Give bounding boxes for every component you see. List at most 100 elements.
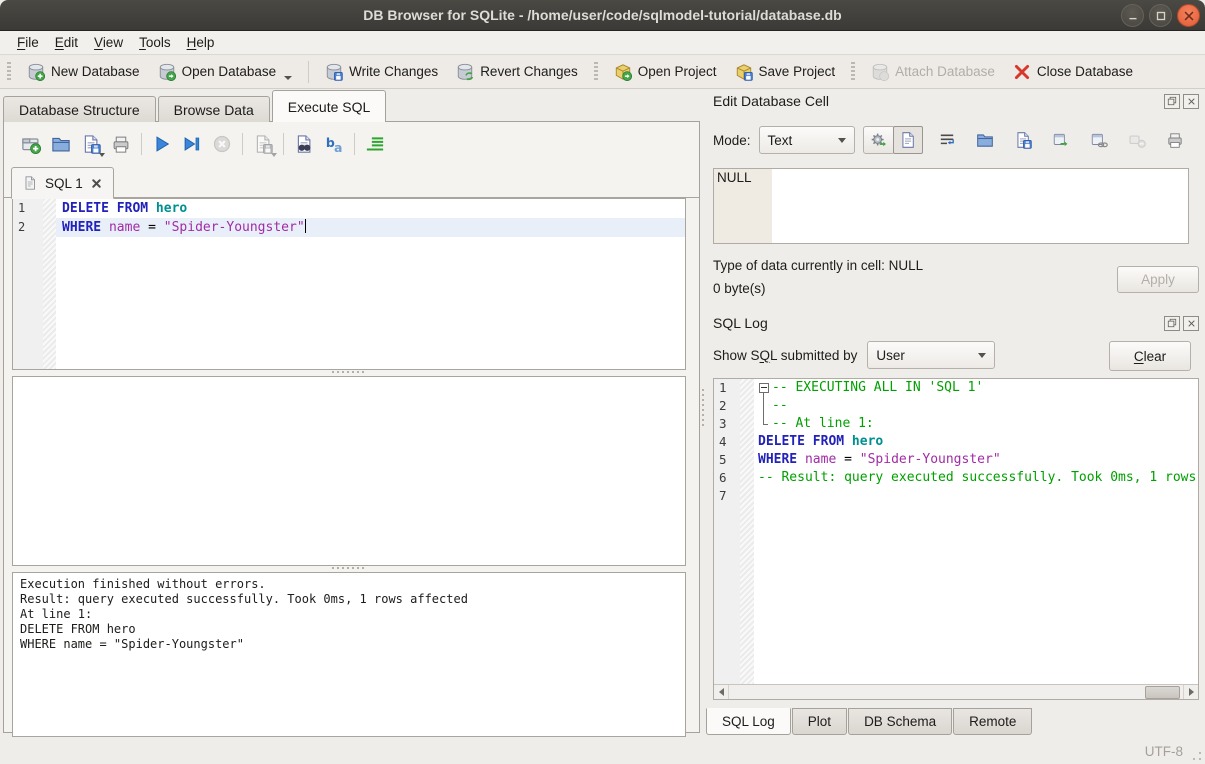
fold-marker-icon[interactable] [758,379,772,397]
sql-doc-tab[interactable]: SQL 1 [11,167,114,199]
execute-line-button[interactable] [177,131,207,157]
execute-line-icon [182,134,202,154]
find-button[interactable] [289,131,319,157]
editor-code[interactable]: DELETE FROM heroWHERE name = "Spider-You… [56,199,685,369]
toolbar-grip [851,62,855,82]
log-horizontal-scrollbar[interactable] [714,684,1198,699]
print-icon [111,134,131,154]
splitter-editor-grid[interactable] [12,368,686,376]
execution-message-area[interactable]: Execution finished without errors. Resul… [12,572,686,737]
toolbar-button-label: Save Project [759,64,836,79]
write-changes-button[interactable]: Write Changes [316,59,447,85]
dock-tab-plot[interactable]: Plot [792,708,847,735]
import-file-button[interactable] [971,127,999,153]
menu-tools[interactable]: Tools [131,33,179,52]
log-filter-select[interactable]: User [867,341,995,369]
splitter-grid-messages[interactable] [12,564,686,572]
line-number: 2 [714,397,740,415]
cell-value-editor[interactable]: NULL [713,168,1189,244]
autocomplete-icon: ba [324,134,344,154]
app-window: { "window": { "title": "DB Browser for S… [0,0,1205,764]
code-token: -- At line 1: [772,416,874,431]
save-project-button[interactable]: Save Project [726,59,845,85]
gear-arrow-icon [870,131,888,149]
chevron-down-icon [99,153,105,157]
vertical-splitter[interactable] [702,389,704,429]
close-database-button[interactable]: Close Database [1004,59,1142,85]
code-line: WHERE name = "Spider-Youngster" [56,218,685,237]
auto-format-button[interactable] [863,126,895,154]
chevron-down-icon [284,76,292,80]
mode-label: Mode: [713,133,751,148]
log-line: -- At line 1: [754,415,1198,433]
revert-changes-button[interactable]: Revert Changes [447,59,587,85]
tab-database-structure[interactable]: Database Structure [3,96,156,122]
main-tab-bar: Database StructureBrowse DataExecute SQL [0,89,704,122]
menu-view[interactable]: View [86,33,131,52]
toolbar-separator [283,133,284,155]
revert-changes-icon [456,63,474,81]
float-icon[interactable] [1164,94,1180,109]
log-line: -- [754,397,1198,415]
scrollbar-thumb[interactable] [1145,686,1180,699]
line-number: 1 [714,379,740,397]
toolbar-button-label: Open Project [638,64,717,79]
link-data-icon [1090,131,1108,149]
line-number: 5 [714,451,740,469]
open-in-window-button[interactable] [1047,127,1075,153]
open-project-button[interactable]: Open Project [605,59,726,85]
resize-grip[interactable] [1192,751,1202,761]
sql-doc-tab-label: SQL 1 [45,176,83,191]
dock-close-icon[interactable] [1183,94,1199,109]
minimize-button[interactable] [1121,4,1144,27]
menu-edit[interactable]: Edit [47,33,86,52]
link-data-button[interactable] [1085,127,1113,153]
sql-log-view[interactable]: 1234567 -- EXECUTING ALL IN 'SQL 1'---- … [713,378,1199,700]
autocomplete-button[interactable]: ba [319,131,349,157]
close-button[interactable] [1177,4,1200,27]
export-file-button[interactable] [1009,127,1037,153]
sql-editor[interactable]: 12 DELETE FROM heroWHERE name = "Spider-… [12,198,686,370]
attach-database-button: Attach Database [862,59,1004,85]
menu-help[interactable]: Help [179,33,223,52]
tab-browse-data[interactable]: Browse Data [158,96,270,122]
apply-button[interactable]: Apply [1117,266,1199,293]
mode-select[interactable]: Text [759,126,855,154]
format-sql-button[interactable] [360,131,390,157]
dock-tab-db-schema[interactable]: DB Schema [848,708,952,735]
dock-close-icon[interactable] [1183,316,1199,331]
word-wrap-button[interactable] [933,127,961,153]
open-tab-button[interactable] [16,131,46,157]
scroll-left-icon[interactable] [714,685,729,699]
minimize-icon [1126,9,1140,23]
execute-all-button[interactable] [147,131,177,157]
toolbar-separator [354,133,355,155]
open-sql-file-icon [51,134,71,154]
results-grid[interactable] [12,376,686,566]
execute-sql-panel: ba SQL 1 12 DELETE FROM heroWHERE name =… [3,121,700,733]
dock-tab-remote[interactable]: Remote [953,708,1032,735]
open-database-button[interactable]: Open Database [149,59,302,85]
dock-tab-sql-log[interactable]: SQL Log [706,708,791,735]
save-sql-file-button[interactable] [76,131,106,157]
text-document-button[interactable] [893,126,923,154]
import-file-icon [976,131,994,149]
line-number: 6 [714,469,740,487]
toolbar-button-label: Revert Changes [480,64,578,79]
open-sql-file-button[interactable] [46,131,76,157]
toolbar-grip [7,62,11,82]
document-icon [22,175,38,191]
line-number: 1 [13,199,43,218]
print-button[interactable] [106,131,136,157]
print-cell-button[interactable] [1161,127,1189,153]
code-token: name [805,452,836,467]
float-icon[interactable] [1164,316,1180,331]
tab-close-icon[interactable] [90,177,103,190]
tab-execute-sql[interactable]: Execute SQL [272,90,387,122]
maximize-button[interactable] [1149,4,1172,27]
log-line: -- EXECUTING ALL IN 'SQL 1' [754,379,1198,397]
scroll-right-icon[interactable] [1183,685,1198,699]
new-database-button[interactable]: New Database [18,59,149,85]
menu-file[interactable]: File [9,33,47,52]
clear-button[interactable]: Clear [1109,341,1191,371]
